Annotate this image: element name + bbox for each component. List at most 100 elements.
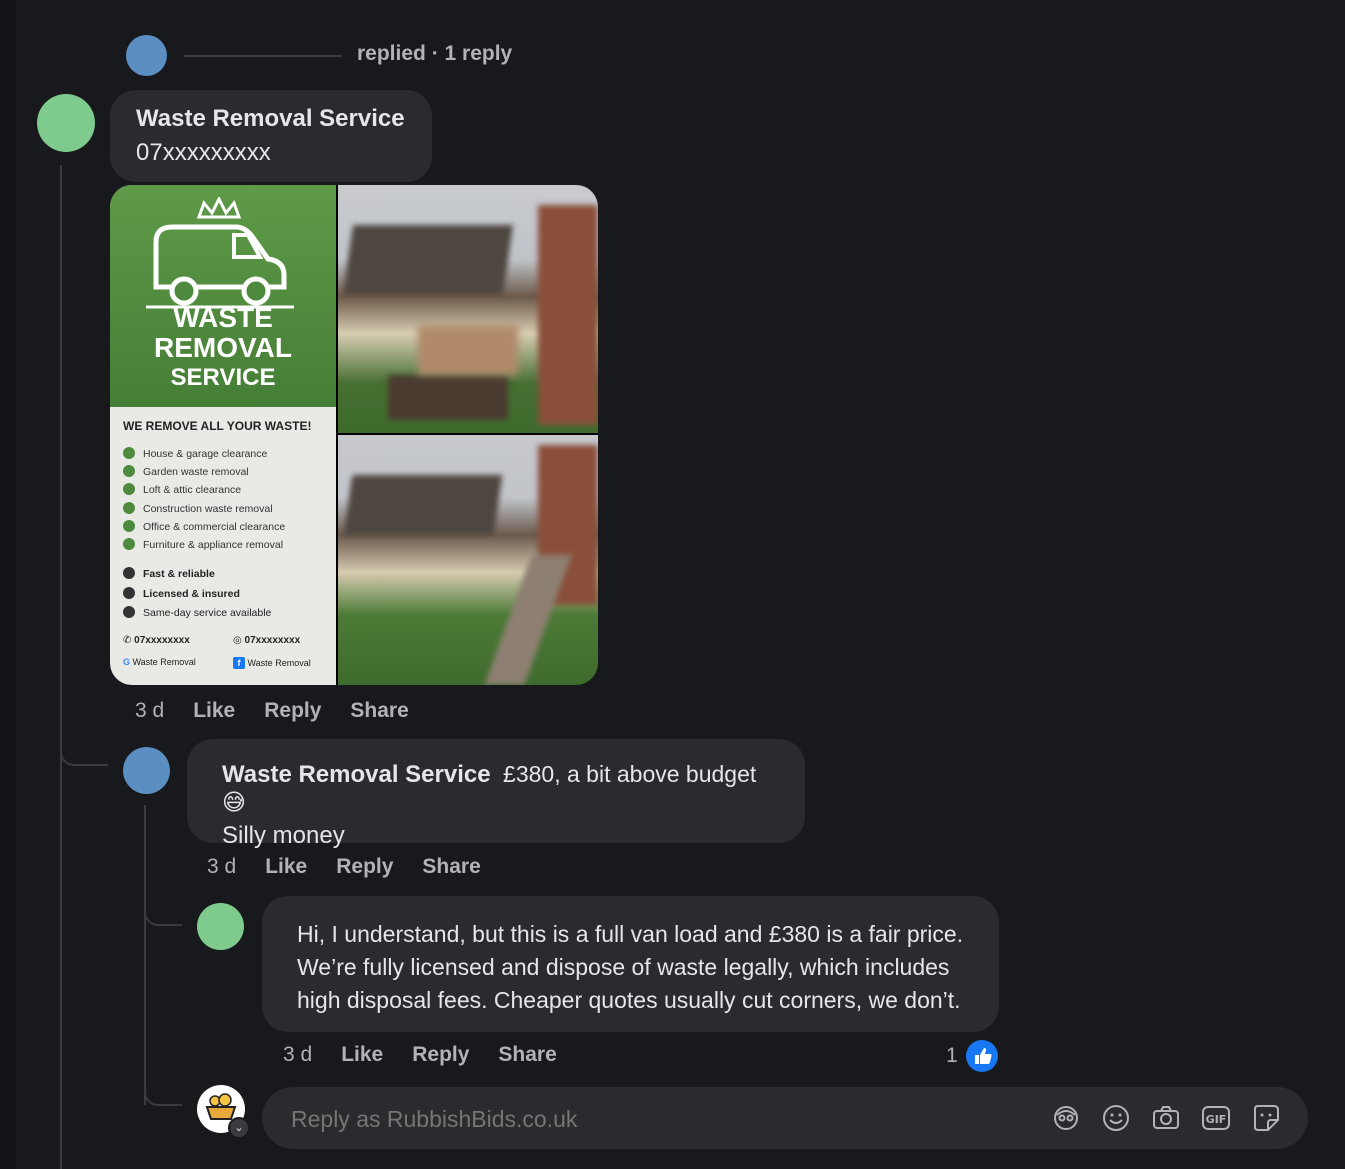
reply-input[interactable] bbox=[289, 1099, 1013, 1139]
avatar[interactable] bbox=[123, 747, 170, 794]
share-button[interactable]: Share bbox=[498, 1043, 556, 1067]
facebook-contact: f Waste Removal bbox=[233, 657, 311, 669]
van-icon bbox=[146, 197, 294, 309]
badge-icon bbox=[123, 567, 135, 579]
list-item: Furniture & appliance removal bbox=[123, 536, 285, 554]
feature-label: Same-day service available bbox=[143, 607, 272, 619]
thumbs-up-icon bbox=[965, 1040, 998, 1072]
reply-separator-line bbox=[184, 55, 342, 57]
comment-text-line: Silly money bbox=[222, 822, 345, 849]
google-label: Waste Removal bbox=[132, 657, 196, 667]
phone-number: 07xxxxxxxx bbox=[134, 635, 190, 646]
sticker-icon[interactable] bbox=[1251, 1103, 1281, 1133]
list-item: Office & commercial clearance bbox=[123, 518, 285, 536]
service-label: Loft & attic clearance bbox=[143, 484, 242, 497]
reply-composer[interactable]: GIF bbox=[262, 1087, 1308, 1149]
share-button[interactable]: Share bbox=[350, 699, 408, 723]
thread-curve-3 bbox=[144, 1080, 182, 1106]
comment-timestamp[interactable]: 3 d bbox=[135, 699, 164, 723]
comment-timestamp[interactable]: 3 d bbox=[283, 1043, 312, 1067]
comment-text-line: Hi, I understand, but this is a full van… bbox=[297, 921, 964, 947]
like-button[interactable]: Like bbox=[265, 855, 307, 879]
emoji-icon[interactable] bbox=[1101, 1103, 1131, 1133]
avatar[interactable] bbox=[37, 94, 95, 152]
current-user-avatar[interactable]: ⌄ bbox=[197, 1085, 250, 1139]
camera-icon[interactable] bbox=[1151, 1103, 1181, 1133]
phone-contact: ✆ 07xxxxxxxx bbox=[123, 635, 190, 646]
flyer-title-line: WASTE bbox=[173, 302, 273, 333]
like-count: 1 bbox=[946, 1044, 958, 1067]
flyer-title-line: SERVICE bbox=[170, 364, 276, 391]
avatar[interactable] bbox=[197, 903, 244, 950]
comment-bubble: Waste Removal Service 07xxxxxxxxx bbox=[110, 90, 432, 182]
comment-actions: 3 d Like Reply Share bbox=[135, 699, 438, 723]
like-button[interactable]: Like bbox=[193, 699, 235, 723]
check-icon bbox=[123, 501, 135, 514]
list-item: House & garage clearance bbox=[123, 445, 285, 463]
flyer-title-line: REMOVAL bbox=[154, 332, 292, 363]
chevron-down-icon[interactable]: ⌄ bbox=[228, 1117, 250, 1139]
check-icon bbox=[123, 538, 135, 551]
thread-curve-2 bbox=[144, 900, 182, 926]
check-icon bbox=[123, 447, 135, 459]
service-label: Office & commercial clearance bbox=[143, 520, 286, 533]
list-item: Garden waste removal bbox=[123, 463, 285, 481]
house-photo-2 bbox=[338, 435, 598, 685]
left-edge bbox=[0, 0, 16, 1169]
list-item: Construction waste removal bbox=[123, 500, 285, 518]
reply-button[interactable]: Reply bbox=[336, 855, 393, 879]
google-contact: G Waste Removal bbox=[123, 657, 196, 667]
google-icon: G bbox=[123, 657, 133, 667]
list-item: Licensed & insured bbox=[123, 585, 271, 605]
comment-bubble: Waste Removal Service £380, a bit above … bbox=[187, 739, 805, 849]
replied-summary[interactable]: replied · 1 reply bbox=[357, 42, 512, 66]
thread-line-main bbox=[60, 165, 62, 1169]
thread-curve-1 bbox=[60, 740, 108, 766]
flyer-services: House & garage clearance Garden waste re… bbox=[123, 445, 285, 554]
flyer-header: WASTE REMOVAL SERVICE bbox=[110, 185, 336, 407]
share-button[interactable]: Share bbox=[422, 855, 480, 879]
badge-icon bbox=[123, 586, 135, 599]
reply-button[interactable]: Reply bbox=[264, 699, 321, 723]
comment-image[interactable]: WASTE REMOVAL SERVICE WE REMOVE ALL YOUR… bbox=[110, 185, 598, 685]
check-icon bbox=[123, 519, 135, 532]
list-item: Loft & attic clearance bbox=[123, 481, 285, 499]
flyer: WASTE REMOVAL SERVICE WE REMOVE ALL YOUR… bbox=[110, 185, 336, 685]
house-photo-1 bbox=[338, 185, 598, 433]
flyer-headline: WE REMOVE ALL YOUR WASTE! bbox=[123, 419, 312, 433]
feature-label: Licensed & insured bbox=[143, 587, 240, 600]
comment-bubble: Hi, I understand, but this is a full van… bbox=[262, 896, 999, 1032]
badge-icon bbox=[123, 606, 135, 618]
avatar[interactable] bbox=[126, 35, 167, 76]
comment-text: 07xxxxxxxxx bbox=[136, 139, 271, 166]
flyer-features: Fast & reliable Licensed & insured Same-… bbox=[123, 565, 271, 624]
comment-actions: 3 d Like Reply Share bbox=[207, 855, 510, 879]
flyer-title: WASTE REMOVAL SERVICE bbox=[110, 303, 336, 393]
comment-author[interactable]: Waste Removal Service bbox=[222, 761, 491, 788]
reply-button[interactable]: Reply bbox=[412, 1043, 469, 1067]
phone-number: 07xxxxxxxx bbox=[244, 635, 301, 646]
service-label: Furniture & appliance removal bbox=[143, 539, 284, 552]
list-item: Fast & reliable bbox=[123, 565, 271, 585]
service-label: Garden waste removal bbox=[143, 466, 249, 479]
comment-timestamp[interactable]: 3 d bbox=[207, 855, 236, 879]
reaction-count[interactable]: 1 bbox=[946, 1040, 998, 1072]
comment-author[interactable]: Waste Removal Service bbox=[136, 105, 406, 133]
comment-text-line: high disposal fees. Cheaper quotes usual… bbox=[297, 987, 961, 1013]
avatar-sticker-icon[interactable] bbox=[1051, 1103, 1081, 1133]
thread-line-nested bbox=[144, 805, 146, 1105]
service-label: House & garage clearance bbox=[143, 448, 268, 460]
gif-icon[interactable]: GIF bbox=[1201, 1103, 1231, 1133]
whatsapp-contact: ◎ 07xxxxxxxx bbox=[233, 635, 300, 646]
list-item: Same-day service available bbox=[123, 604, 271, 624]
check-icon bbox=[123, 483, 135, 496]
phone-icon: ✆ bbox=[123, 635, 135, 646]
check-icon bbox=[123, 465, 135, 478]
whatsapp-icon: ◎ bbox=[233, 635, 245, 646]
like-button[interactable]: Like bbox=[341, 1043, 383, 1067]
facebook-label: Waste Removal bbox=[247, 658, 311, 668]
comment-actions: 3 d Like Reply Share bbox=[283, 1043, 586, 1067]
service-label: Construction waste removal bbox=[143, 502, 273, 515]
feature-label: Fast & reliable bbox=[143, 568, 215, 580]
svg-text:GIF: GIF bbox=[1206, 1113, 1227, 1126]
